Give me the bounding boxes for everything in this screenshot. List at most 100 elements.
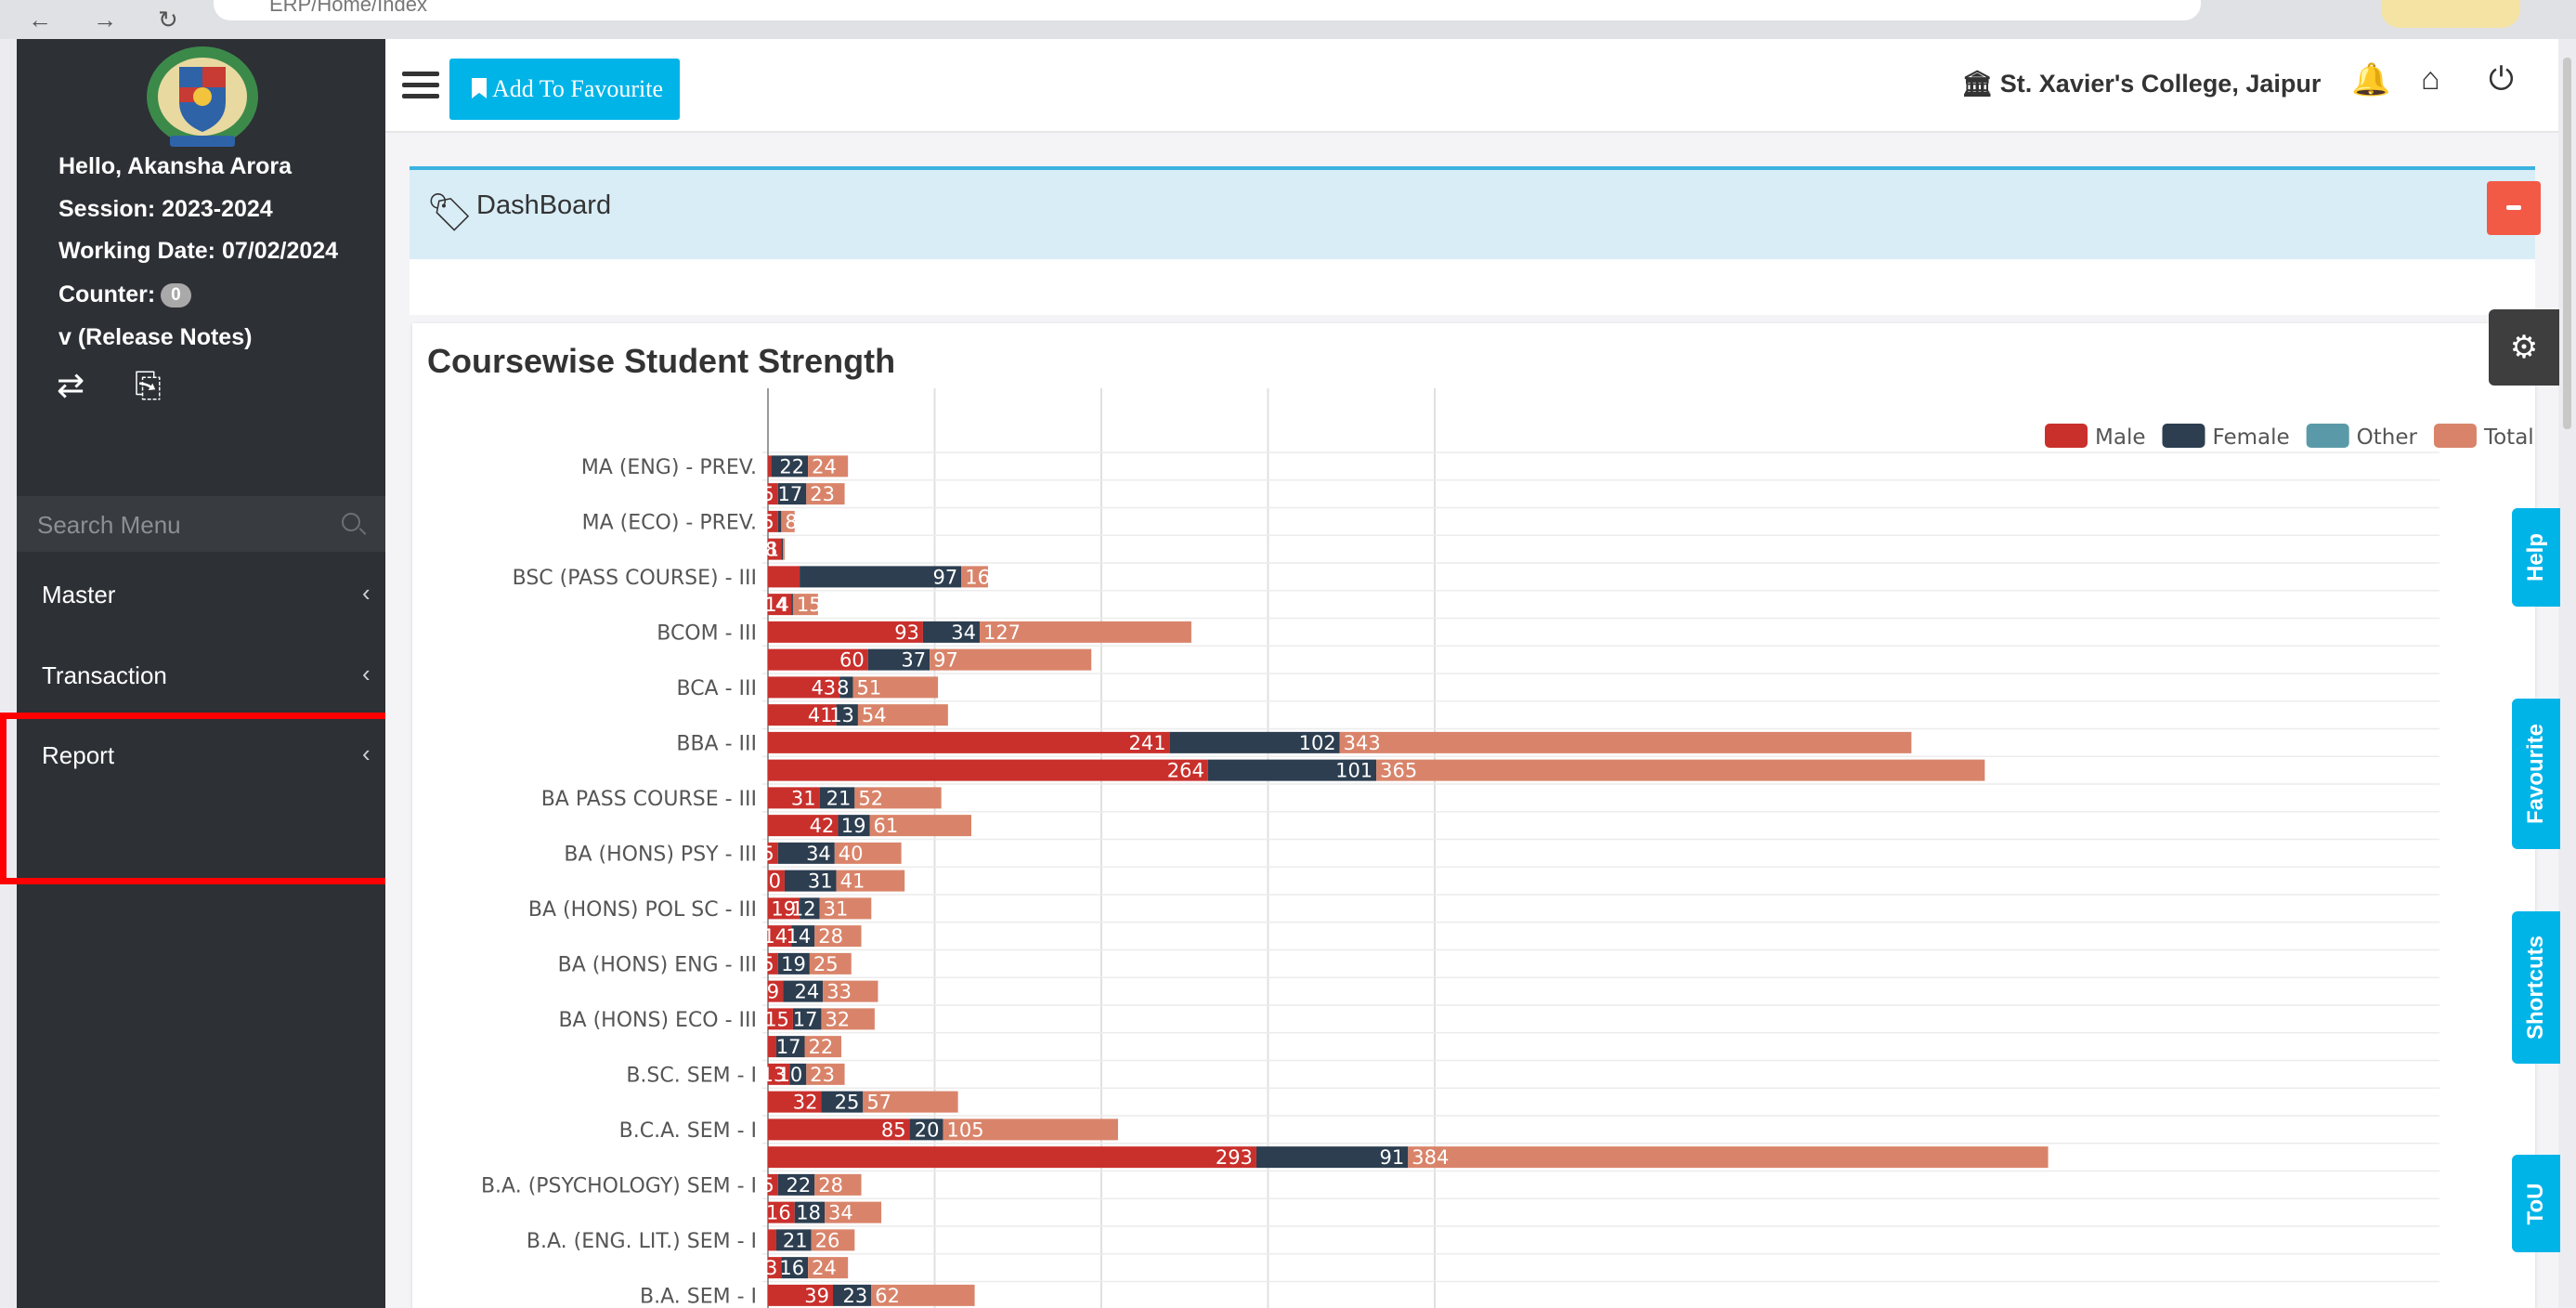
sidebar-item-label: Transaction [42, 661, 167, 689]
data-label-male: 32 [793, 1092, 818, 1114]
tick-label: BCOM - III [657, 621, 757, 645]
data-label-female: 18 [796, 1202, 821, 1224]
data-label-total: 24 [812, 1257, 837, 1279]
tick-label: MA (ENG) - PREV. [581, 456, 757, 479]
shortcuts-tab[interactable]: Shortcuts [2512, 911, 2560, 1064]
collapse-button[interactable] [2487, 181, 2541, 235]
data-label-male: 14 [762, 925, 787, 948]
data-label-female: 12 [791, 897, 816, 920]
legend-swatch [2045, 424, 2088, 448]
tick-label: BCA - III [676, 677, 757, 700]
legend-swatch [2162, 424, 2205, 448]
search-menu[interactable]: Search Menu [17, 496, 385, 552]
data-label-total: 127 [983, 621, 1021, 644]
scrollbar-thumb[interactable] [2563, 58, 2571, 429]
bar-male [768, 1229, 776, 1251]
search-icon[interactable] [342, 513, 360, 531]
add-to-favourite-button[interactable]: Add To Favourite [449, 59, 680, 120]
data-label-male: 0 [769, 870, 781, 893]
data-label-male: 93 [894, 621, 919, 644]
data-label-total: 22 [808, 1036, 833, 1058]
data-label-total: 24 [812, 455, 837, 477]
help-tab[interactable]: Help [2512, 508, 2560, 607]
data-label-male: 16 [766, 1202, 791, 1224]
bar-total [783, 538, 785, 560]
data-label-total: 33 [826, 981, 852, 1003]
data-label-male: 5 [761, 843, 774, 865]
legend-swatch [2306, 424, 2349, 448]
bar-female [791, 594, 793, 616]
top-bar: Add To Favourite 🏛 St. Xavier's College,… [385, 39, 2558, 132]
data-label-total: 57 [866, 1092, 891, 1114]
bar-male [768, 1146, 1256, 1169]
help-tab-label: Help [2523, 532, 2548, 582]
data-label-male: 5 [761, 483, 774, 505]
tick-label: B.SC. SEM - I [626, 1064, 757, 1087]
data-label-female: 34 [951, 621, 976, 644]
data-label-female: 91 [1380, 1146, 1405, 1169]
sidebar-item-transaction[interactable]: Transaction ‹ [17, 641, 385, 715]
forward-arrow-icon[interactable]: → [93, 6, 117, 34]
address-bar[interactable]: ERP/Home/Index [214, 0, 2201, 20]
bar-female [777, 510, 782, 532]
data-label-male: 5 [761, 1174, 774, 1197]
data-label-male: 31 [791, 787, 816, 809]
left-frame [0, 39, 17, 1308]
data-label-total: 32 [825, 1008, 850, 1030]
power-icon[interactable]: ⏻ [2489, 61, 2514, 98]
data-label-total: 23 [810, 483, 835, 505]
data-label-female: 34 [806, 843, 831, 865]
data-label-female: 22 [779, 455, 804, 477]
tick-label: B.A. (ENG. LIT.) SEM - I [527, 1230, 757, 1253]
back-arrow-icon[interactable]: ← [28, 6, 52, 34]
data-label-female: 14 [764, 594, 789, 616]
bar-male [768, 566, 800, 588]
search-input[interactable]: Search Menu [37, 511, 181, 540]
tou-tab[interactable]: ToU [2512, 1155, 2560, 1252]
bar-total [1339, 731, 1912, 753]
data-label-total: 34 [828, 1202, 853, 1224]
retweet-icon[interactable]: ⇄ [57, 366, 85, 405]
data-label-total: 31 [824, 897, 849, 920]
data-label-female: 24 [795, 981, 820, 1003]
data-label-female: 17 [776, 1036, 801, 1058]
college-logo-icon [147, 46, 258, 147]
data-label-female: 19 [781, 953, 806, 975]
legend-swatch [2433, 424, 2477, 448]
tou-tab-label: ToU [2523, 1183, 2548, 1224]
data-label-female: 16 [779, 1257, 804, 1279]
data-label-female: 14 [787, 925, 812, 948]
favourite-tab[interactable]: Favourite [2512, 699, 2560, 849]
browser-profile-button[interactable] [2381, 0, 2520, 28]
data-label-male: 241 [1129, 732, 1166, 754]
dashboard-header: 🏷 DashBoard [410, 166, 2541, 259]
hamburger-menu-icon[interactable] [402, 72, 439, 99]
tick-label: BBA - III [676, 732, 757, 755]
page-scrollbar[interactable] [2558, 39, 2576, 1308]
bar-male [768, 731, 1170, 753]
favourite-tab-label: Favourite [2523, 723, 2548, 825]
counter-label: Counter: [59, 281, 156, 307]
reload-icon[interactable]: ↻ [158, 6, 178, 34]
release-notes-link[interactable]: v (Release Notes) [59, 324, 252, 351]
shortcuts-tab-label: Shortcuts [2523, 935, 2548, 1040]
sidebar-item-master[interactable]: Master ‹ [17, 560, 385, 634]
data-label-total: 28 [818, 925, 843, 948]
page-title: DashBoard [476, 190, 612, 220]
tags-icon: 🏷 [426, 192, 474, 233]
data-label-total: 62 [875, 1285, 900, 1307]
copy-icon[interactable]: ⎘ [135, 366, 162, 406]
bell-icon[interactable]: 🔔 [2351, 61, 2390, 98]
bar-male [768, 455, 772, 477]
data-label-female: 22 [787, 1174, 812, 1197]
home-icon[interactable]: ⌂ [2421, 61, 2440, 98]
data-label-total: 54 [862, 704, 887, 726]
data-label-total: 25 [813, 953, 839, 975]
data-label-total: 105 [946, 1118, 983, 1141]
settings-gear-icon[interactable]: ⚙ [2489, 309, 2559, 386]
chevron-left-icon: ‹ [362, 739, 371, 767]
add-to-favourite-label: Add To Favourite [492, 75, 664, 102]
data-label-total: 41 [840, 870, 865, 893]
sidebar-item-report[interactable]: Report ‹ [17, 721, 385, 795]
data-label-female: 101 [1335, 760, 1373, 782]
